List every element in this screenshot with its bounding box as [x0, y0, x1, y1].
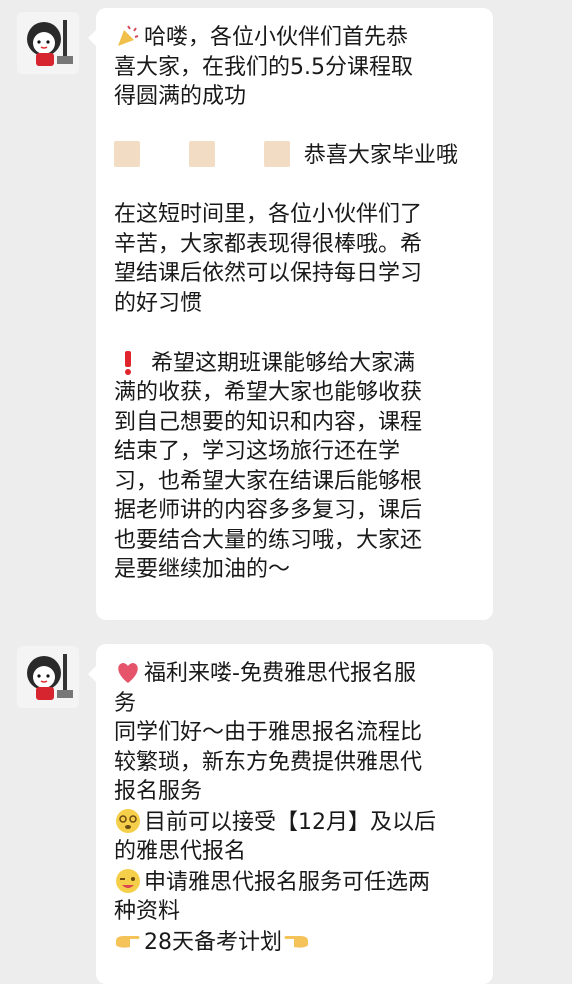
- message-line: 的好习惯: [114, 290, 203, 316]
- message-line: 得圆满的成功: [114, 84, 247, 109]
- message-line: 希望这期班课能够给大家满: [114, 348, 475, 379]
- message-text: 希望这期班课能够给大家满: [144, 350, 415, 376]
- message-line: 28天备考计划: [114, 927, 475, 958]
- emoji-placeholder: [114, 141, 140, 167]
- message-line: 习，也希望大家在结课后能够根: [114, 468, 423, 494]
- avatar[interactable]: [17, 646, 79, 708]
- message-line: 满的收获，希望大家也能够收获: [114, 380, 423, 405]
- cartoon-girl-avatar-icon: [17, 646, 79, 708]
- dizzy-face-icon: [114, 807, 142, 835]
- message-line: 务: [114, 690, 137, 716]
- message-line: 哈喽，各位小伙伴们首先恭: [114, 22, 475, 53]
- heart-icon: [114, 658, 142, 686]
- message-text: 28天备考计划: [144, 929, 282, 955]
- message-line: 是要继续加油的～: [114, 557, 291, 582]
- pointing-right-icon: [114, 927, 142, 955]
- message-line: 在这短时间里，各位小伙伴们了: [114, 202, 423, 227]
- message-line: 也要结合大量的练习哦，大家还: [114, 527, 423, 553]
- message-line: 福利来喽-免费雅思代报名服: [114, 658, 475, 689]
- message-text: 申请雅思代报名服务可任选两: [144, 869, 431, 895]
- message-line: 较繁琐，新东方免费提供雅思代: [114, 749, 423, 775]
- message-text: 恭喜大家毕业哦: [303, 143, 458, 168]
- message-bubble: 福利来喽-免费雅思代报名服 务 同学们好～由于雅思报名流程比 较繁琐，新东方免费…: [88, 644, 493, 984]
- exclamation-icon: [114, 348, 142, 376]
- emoji-placeholder: [188, 141, 215, 167]
- message-line: 的雅思代报名: [114, 839, 247, 864]
- message-bubble: 哈喽，各位小伙伴们首先恭 喜大家，在我们的5.5分课程取 得圆满的成功 恭喜大家…: [88, 8, 493, 620]
- message-line: 恭喜大家毕业哦: [114, 141, 475, 171]
- party-popper-icon: [114, 22, 142, 50]
- message-line: 到自己想要的知识和内容，课程: [114, 409, 423, 435]
- message-line: 结束了，学习这场旅行还在学: [114, 439, 401, 464]
- cartoon-girl-avatar-icon: [17, 12, 79, 74]
- message-line: 喜大家，在我们的5.5分课程取: [114, 54, 413, 80]
- message-line: 辛苦，大家都表现得很棒哦。希: [114, 231, 423, 257]
- message-line: 望结课后依然可以保持每日学习: [114, 261, 423, 286]
- pointing-left-icon: [282, 927, 310, 955]
- message-text: 目前可以接受【12月】及以后: [144, 809, 436, 835]
- message-text: 福利来喽-免费雅思代报名服: [144, 661, 416, 686]
- message-line: 报名服务: [114, 779, 203, 804]
- emoji-placeholder: [263, 141, 290, 167]
- message-line: 种资料: [114, 899, 181, 924]
- message-line: 目前可以接受【12月】及以后: [114, 807, 475, 838]
- message-line: 据老师讲的内容多多复习，课后: [114, 498, 423, 523]
- winking-face-icon: [114, 867, 142, 895]
- message-line: 同学们好～由于雅思报名流程比: [114, 720, 423, 745]
- avatar[interactable]: [17, 12, 79, 74]
- message-text: 哈喽，各位小伙伴们首先恭: [144, 25, 409, 50]
- message-line: 申请雅思代报名服务可任选两: [114, 867, 475, 898]
